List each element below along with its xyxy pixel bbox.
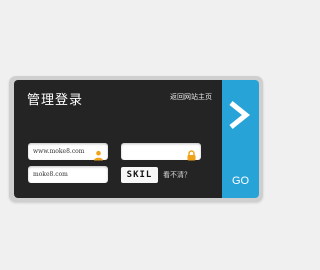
captcha-image[interactable]: SKIL [121, 167, 158, 183]
captcha-refresh-link[interactable]: 看不清？ [163, 170, 191, 180]
username-input[interactable] [33, 145, 93, 158]
login-title: 管理登录 [27, 93, 84, 108]
captcha-field-container [28, 166, 108, 183]
home-link[interactable]: 返回网站主页 [170, 92, 212, 102]
lock-icon [186, 146, 197, 161]
password-input[interactable] [126, 145, 186, 158]
username-field-container [28, 143, 108, 161]
password-field-container [121, 143, 201, 161]
go-button[interactable]: GO [222, 80, 259, 198]
captcha-input[interactable] [33, 168, 93, 181]
go-label: GO [231, 175, 250, 187]
arrow-right-icon [228, 100, 251, 130]
user-icon [93, 146, 104, 161]
